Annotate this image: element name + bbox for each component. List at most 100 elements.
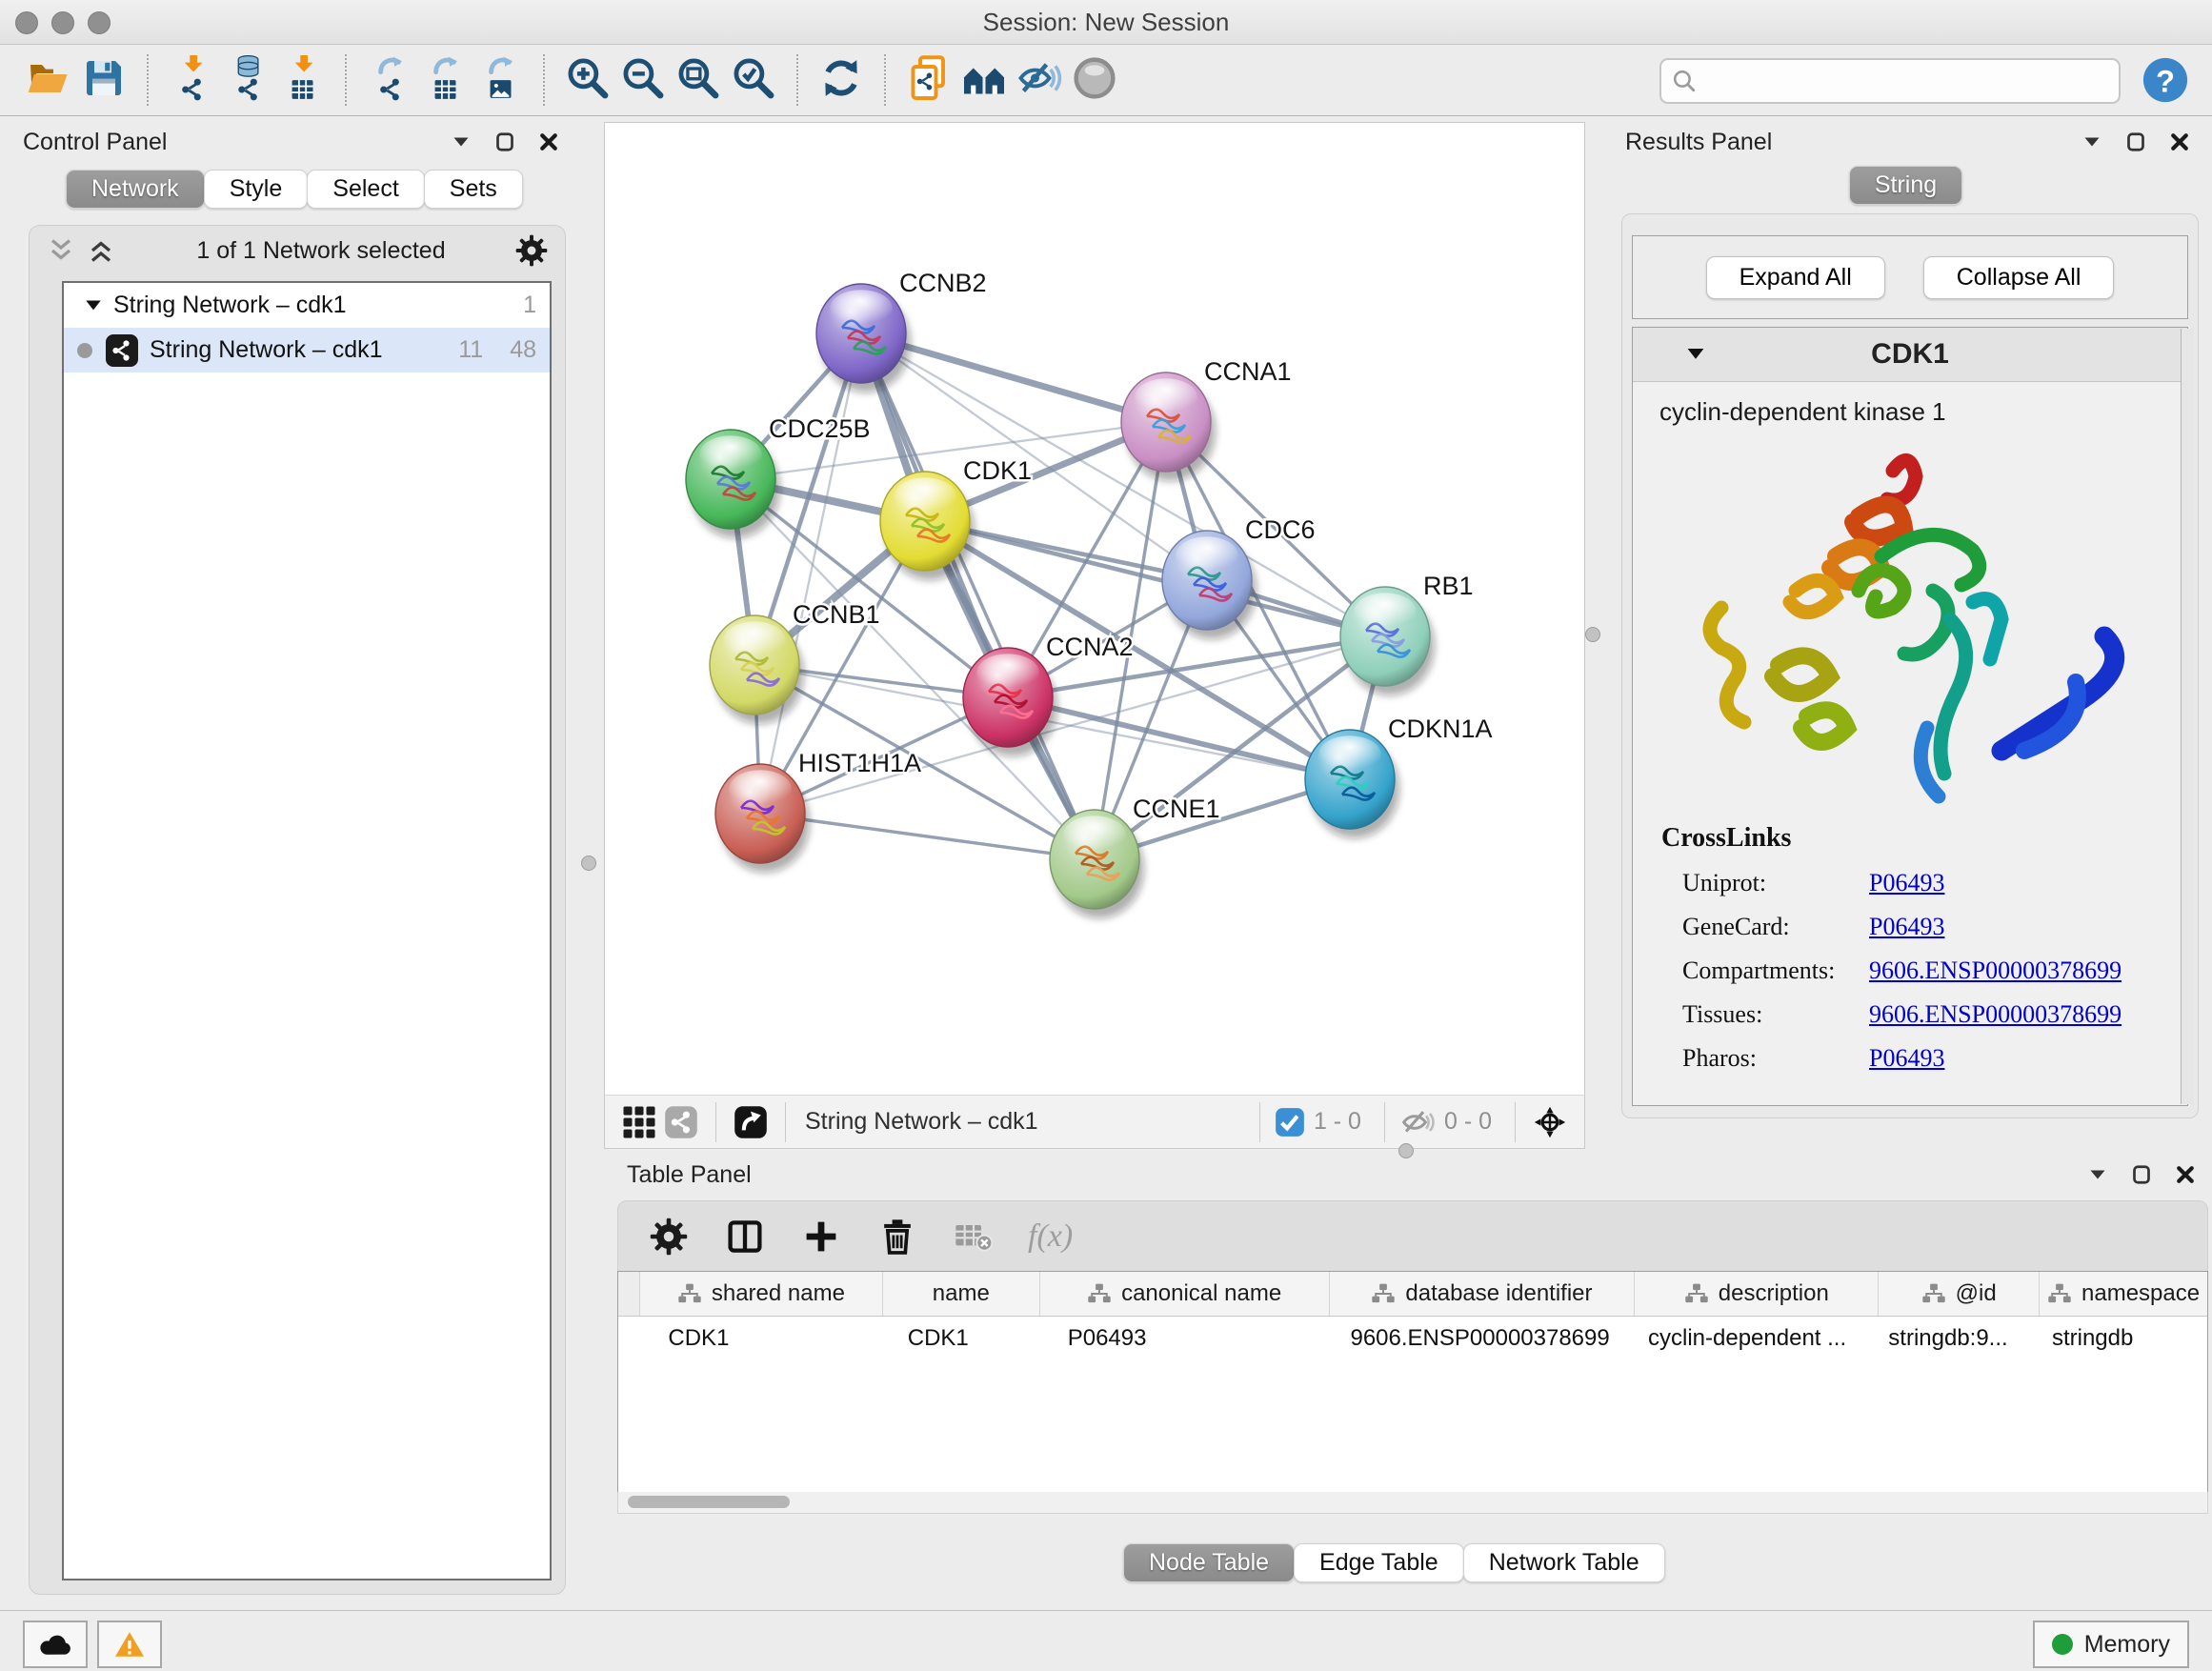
node-CDC25B[interactable]: CDC25B <box>686 414 871 538</box>
export-table-button[interactable] <box>417 52 473 108</box>
network-collection-row[interactable]: String Network – cdk1 1 <box>64 283 550 328</box>
edge-CCNB2-HIST1H1A[interactable] <box>760 333 861 814</box>
hide-items-button[interactable] <box>1012 52 1067 108</box>
import-network-file-button[interactable] <box>164 52 219 108</box>
save-session-button[interactable] <box>76 52 131 108</box>
birds-eye-view-icon[interactable] <box>730 1101 772 1143</box>
import-network-database-button[interactable] <box>219 52 274 108</box>
import-table-button[interactable] <box>274 52 330 108</box>
column-header-description[interactable]: description <box>1634 1272 1878 1316</box>
table-cell[interactable]: P06493 <box>1053 1317 1336 1360</box>
tab-string[interactable]: String <box>1849 166 1962 205</box>
table-cell[interactable]: cyclin-dependent ... <box>1633 1317 1873 1360</box>
crosslink-value-link[interactable]: P06493 <box>1869 1044 1944 1073</box>
column-header-databaseidentifier[interactable]: database identifier <box>1329 1272 1635 1316</box>
column-header-namespace[interactable]: namespace <box>2039 1272 2207 1316</box>
scrollbar-thumb[interactable] <box>628 1496 790 1508</box>
add-column-icon[interactable] <box>799 1215 843 1258</box>
refresh-button[interactable] <box>814 52 869 108</box>
panel-menu-icon[interactable] <box>2086 1163 2109 1186</box>
network-view-mode-icon[interactable] <box>660 1101 702 1143</box>
tab-network-table[interactable]: Network Table <box>1463 1543 1665 1582</box>
tab-sets[interactable]: Sets <box>424 170 523 209</box>
selected-checkbox-icon[interactable] <box>1274 1101 1306 1143</box>
search-input[interactable] <box>1703 63 2119 99</box>
table-cell[interactable]: CDK1 <box>653 1317 892 1360</box>
memory-button[interactable]: Memory <box>2033 1621 2189 1668</box>
column-header-name[interactable]: name <box>882 1272 1039 1316</box>
close-panel-icon[interactable] <box>2174 1163 2197 1186</box>
node-CDK1[interactable]: CDK1 <box>880 456 1032 580</box>
panel-menu-icon[interactable] <box>450 131 473 153</box>
table-settings-gear-icon[interactable] <box>647 1215 691 1258</box>
table-horizontal-scrollbar[interactable] <box>617 1492 2208 1514</box>
grid-view-icon[interactable] <box>618 1101 660 1143</box>
warnings-button[interactable] <box>97 1621 162 1668</box>
expand-all-networks-icon[interactable] <box>87 236 115 265</box>
node-CCNB1[interactable]: CCNB1 <box>710 600 880 724</box>
home-houses-button[interactable] <box>956 52 1012 108</box>
node-CDC6[interactable]: CDC6 <box>1162 515 1316 639</box>
table-cell[interactable]: 9606.ENSP00000378699 <box>1335 1317 1633 1360</box>
float-panel-icon[interactable] <box>2124 131 2147 153</box>
network-row-selected[interactable]: String Network – cdk1 11 48 <box>64 328 550 372</box>
export-image-button[interactable] <box>473 52 528 108</box>
float-panel-icon[interactable] <box>493 131 516 153</box>
tab-network[interactable]: Network <box>66 170 205 209</box>
show-columns-icon[interactable] <box>723 1215 767 1258</box>
column-header-id[interactable]: @id <box>1878 1272 2039 1316</box>
cloud-button[interactable] <box>23 1621 88 1668</box>
network-options-gear-icon[interactable] <box>515 234 548 267</box>
zoom-fit-button[interactable] <box>671 52 726 108</box>
table-cell[interactable]: CDK1 <box>893 1317 1053 1360</box>
column-header-sharedname[interactable]: shared name <box>639 1272 882 1316</box>
collapse-all-networks-icon[interactable] <box>47 236 75 265</box>
expand-all-button[interactable]: Expand All <box>1706 256 1885 299</box>
crosslink-row: Tissues:9606.ENSP00000378699 <box>1661 1000 2187 1029</box>
search-box[interactable] <box>1659 58 2121 104</box>
column-header-canonicalname[interactable]: canonical name <box>1039 1272 1329 1316</box>
node-HIST1H1A[interactable]: HIST1H1A <box>715 749 921 873</box>
right-splitter-handle[interactable] <box>1585 627 1600 642</box>
tab-select[interactable]: Select <box>307 170 424 209</box>
results-scrollbar[interactable] <box>2181 329 2194 1104</box>
zoom-out-button[interactable] <box>615 52 671 108</box>
crosslink-value-link[interactable]: 9606.ENSP00000378699 <box>1869 956 2122 985</box>
edge-CCNE1-HIST1H1A[interactable] <box>760 814 1095 859</box>
crosslink-value-link[interactable]: P06493 <box>1869 913 1944 941</box>
close-panel-icon[interactable] <box>537 131 560 153</box>
collapse-all-button[interactable]: Collapse All <box>1923 256 2115 299</box>
panel-menu-icon[interactable] <box>2081 131 2103 153</box>
node-label: CCNB2 <box>899 269 987 297</box>
open-session-button[interactable] <box>21 52 76 108</box>
export-network-button[interactable] <box>362 52 417 108</box>
help-button[interactable]: ? <box>2142 56 2189 104</box>
collection-expander-icon[interactable] <box>83 295 104 316</box>
clone-network-button[interactable] <box>901 52 956 108</box>
gene-section-header[interactable]: CDK1 <box>1633 328 2187 382</box>
left-splitter-handle[interactable] <box>581 856 596 871</box>
edge-CDK1-RB1[interactable] <box>925 521 1385 636</box>
node-CCNB2[interactable]: CCNB2 <box>816 269 987 393</box>
table-cell[interactable]: stringdb:9... <box>1873 1317 2037 1360</box>
edge-CCNB2-CCNE1[interactable] <box>861 333 1095 859</box>
float-panel-icon[interactable] <box>2130 1163 2153 1186</box>
node-RB1[interactable]: RB1 <box>1340 572 1474 695</box>
zoom-selected-button[interactable] <box>726 52 781 108</box>
node-CDKN1A[interactable]: CDKN1A <box>1305 715 1493 838</box>
show-sphere-button[interactable] <box>1067 52 1122 108</box>
tab-node-table[interactable]: Node Table <box>1123 1543 1295 1582</box>
delete-column-trash-icon[interactable] <box>875 1215 919 1258</box>
tab-style[interactable]: Style <box>204 170 309 209</box>
crosslink-value-link[interactable]: P06493 <box>1869 869 1944 897</box>
table-cell[interactable]: stringdb <box>2037 1317 2207 1360</box>
crosslink-value-link[interactable]: 9606.ENSP00000378699 <box>1869 1000 2122 1029</box>
node-table[interactable]: shared namenamecanonical namedatabase id… <box>617 1271 2208 1494</box>
zoom-in-button[interactable] <box>560 52 615 108</box>
close-panel-icon[interactable] <box>2168 131 2191 153</box>
network-graph[interactable]: CCNB2CCNA1CDC25BCDK1CDC6RB1CCNB1CCNA2CDK… <box>605 123 1584 1093</box>
section-expander-icon[interactable] <box>1684 343 1707 366</box>
center-view-crosshair-icon[interactable] <box>1529 1101 1571 1143</box>
tab-edge-table[interactable]: Edge Table <box>1294 1543 1464 1582</box>
network-canvas[interactable]: CCNB2CCNA1CDC25BCDK1CDC6RB1CCNB1CCNA2CDK… <box>604 122 1585 1096</box>
